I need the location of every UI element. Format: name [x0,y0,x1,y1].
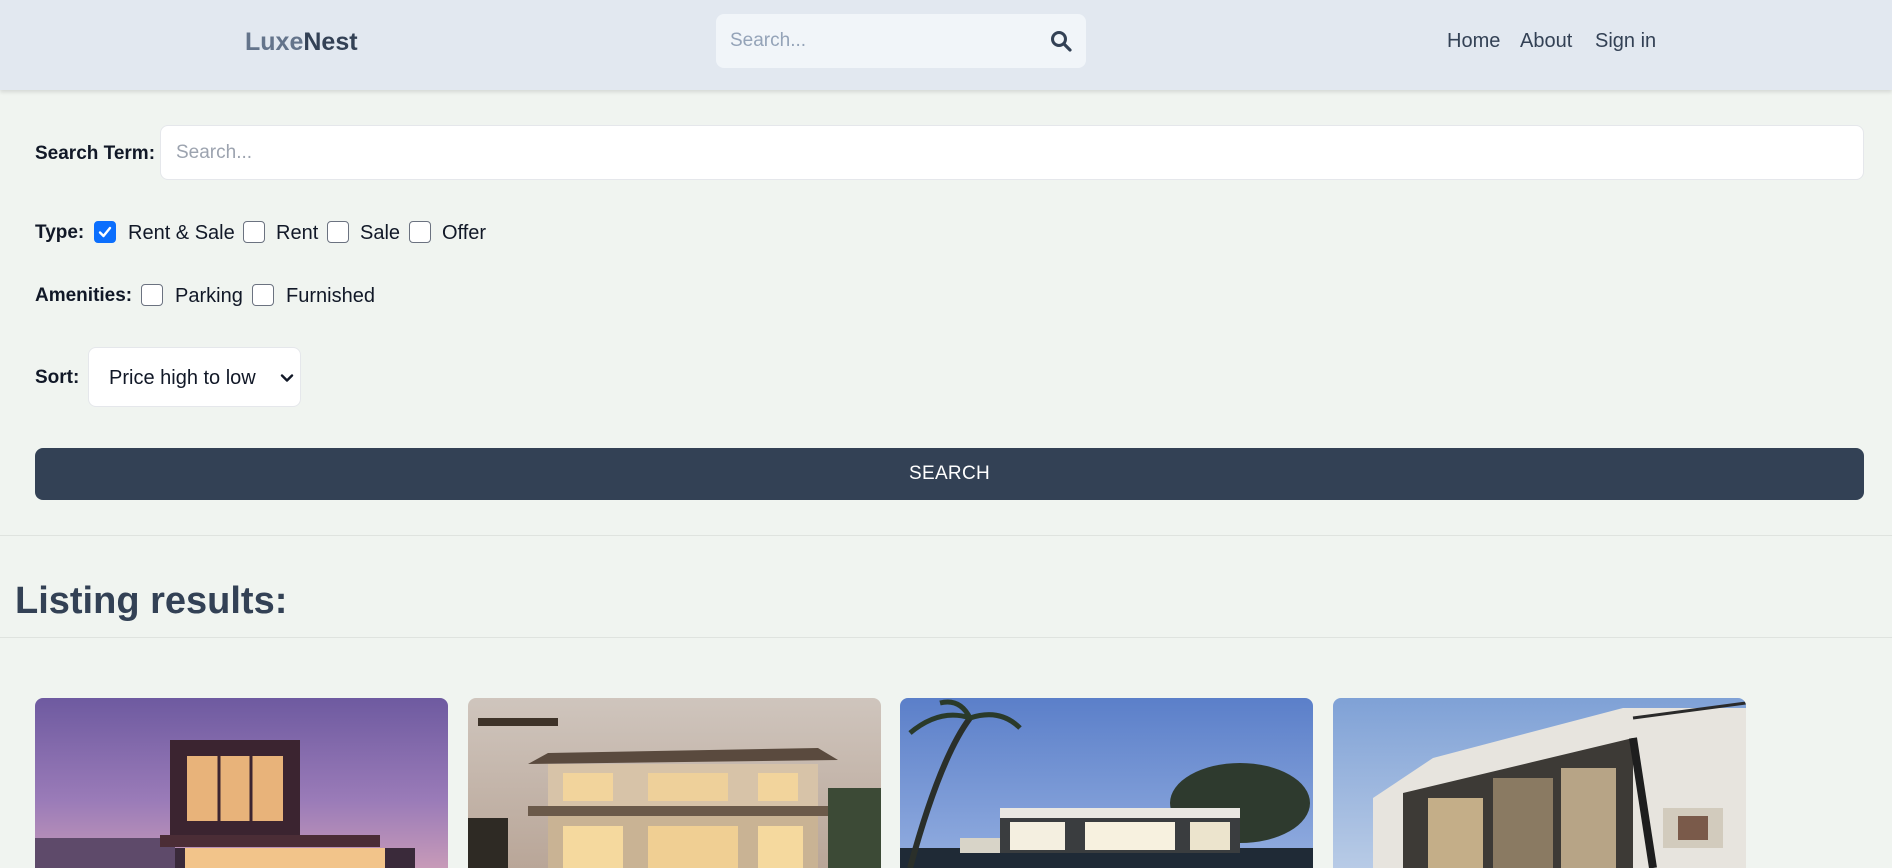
type-option-label: Rent [276,222,319,244]
checkbox-parking[interactable] [141,284,163,306]
checkbox-offer[interactable] [409,221,431,243]
house-image [468,698,881,868]
header-search-input[interactable] [730,14,1030,68]
amenity-option-label: Furnished [286,285,375,307]
checkbox-furnished[interactable] [252,284,274,306]
checkmark-icon [98,226,112,238]
search-button[interactable]: SEARCH [35,448,1864,500]
logo-part-1: Luxe [245,28,304,56]
amenities-label: Amenities: [35,285,133,306]
search-term-input[interactable] [160,125,1864,180]
type-option-label: Sale [360,222,401,244]
top-nav-bar: LuxeNest Home About Sign in [0,0,1892,90]
search-icon[interactable] [1050,30,1072,52]
section-divider [0,637,1892,638]
house-image [35,698,448,868]
results-heading: Listing results: [15,580,288,622]
logo-part-2: Nest [303,28,358,56]
listing-card-image[interactable] [468,698,881,868]
section-divider [0,535,1892,536]
nav-link-about[interactable]: About [1520,30,1572,53]
house-image [900,698,1313,868]
header-search-box [716,14,1086,68]
sort-select[interactable]: Price high to low [88,347,301,407]
logo[interactable]: LuxeNest [245,28,358,57]
nav-link-home[interactable]: Home [1447,30,1500,53]
sort-label: Sort: [35,367,80,388]
type-option-label: Rent & Sale [128,222,235,244]
house-image [1333,698,1746,868]
chevron-down-icon [280,371,294,390]
listing-card-image[interactable] [35,698,448,868]
checkbox-rent-and-sale[interactable] [94,221,116,243]
sort-selected-value: Price high to low [109,367,256,389]
checkbox-rent[interactable] [243,221,265,243]
nav-link-sign-in[interactable]: Sign in [1595,30,1656,53]
search-term-label: Search Term: [35,143,156,164]
listing-card-image[interactable] [900,698,1313,868]
type-label: Type: [35,222,85,243]
amenity-option-label: Parking [175,285,243,307]
checkbox-sale[interactable] [327,221,349,243]
type-option-label: Offer [442,222,487,244]
listing-card-image[interactable] [1333,698,1746,868]
